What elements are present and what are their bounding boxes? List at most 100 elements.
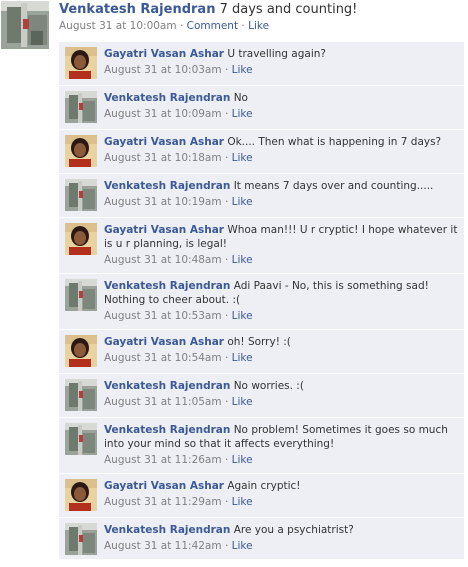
post-header: Venkatesh Rajendran 7 days and counting!… <box>59 1 464 33</box>
commenter-avatar-man[interactable] <box>65 523 97 555</box>
separator: · <box>224 254 229 266</box>
comment-meta: August 31 at 10:03am · Like <box>104 63 460 77</box>
comment-text: Again cryptic! <box>227 480 301 492</box>
like-link[interactable]: Like <box>248 20 269 32</box>
comment-body: Venkatesh Rajendran No August 31 at 10:0… <box>104 91 460 121</box>
comment-timestamp: August 31 at 10:03am <box>104 64 222 76</box>
comment-timestamp: August 31 at 11:05am <box>104 396 222 408</box>
comment-item: Venkatesh Rajendran Are you a psychiatri… <box>59 518 464 560</box>
comment-item: Gayatri Vasan Ashar oh! Sorry! :( August… <box>59 330 464 374</box>
comment-meta: August 31 at 11:05am · Like <box>104 395 460 409</box>
post-text: 7 days and counting! <box>219 2 358 17</box>
comment-meta: August 31 at 10:53am · Like <box>104 309 460 323</box>
comment-text: Are you a psychiatrist? <box>233 524 354 536</box>
separator: · <box>224 64 229 76</box>
comment-item: Venkatesh Rajendran No August 31 at 10:0… <box>59 86 464 130</box>
comment-author-link[interactable]: Venkatesh Rajendran <box>104 380 230 392</box>
post-timestamp: August 31 at 10:00am <box>59 20 177 32</box>
separator: · <box>224 396 229 408</box>
comment-meta: August 31 at 11:42am · Like <box>104 539 460 553</box>
post-author-link[interactable]: Venkatesh Rajendran <box>59 2 215 17</box>
commenter-avatar-man[interactable] <box>65 179 97 211</box>
comment-meta: August 31 at 11:26am · Like <box>104 453 460 467</box>
comment-like-link[interactable]: Like <box>232 496 253 508</box>
comment-text: It means 7 days over and counting..... <box>233 180 434 192</box>
comment-body: Venkatesh Rajendran No problem! Sometime… <box>104 423 460 467</box>
comment-body: Gayatri Vasan Ashar Again cryptic! Augus… <box>104 479 460 509</box>
comment-item: Gayatri Vasan Ashar Again cryptic! Augus… <box>59 474 464 518</box>
comment-author-link[interactable]: Venkatesh Rajendran <box>104 92 230 104</box>
commenter-avatar-woman[interactable] <box>65 335 97 367</box>
comment-like-link[interactable]: Like <box>232 254 253 266</box>
comment-like-link[interactable]: Like <box>232 108 253 120</box>
commenter-avatar-woman[interactable] <box>65 135 97 167</box>
comment-author-link[interactable]: Venkatesh Rajendran <box>104 424 230 436</box>
comment-text: No worries. :( <box>233 380 304 392</box>
comment-meta: August 31 at 10:54am · Like <box>104 351 460 365</box>
comment-meta: August 31 at 10:19am · Like <box>104 195 460 209</box>
comment-list: Gayatri Vasan Ashar U travelling again? … <box>59 42 464 560</box>
comment-item: Gayatri Vasan Ashar Whoa man!!! U r cryp… <box>59 218 464 274</box>
author-avatar[interactable] <box>1 1 49 49</box>
separator: · <box>224 108 229 120</box>
comment-author-link[interactable]: Venkatesh Rajendran <box>104 180 230 192</box>
comment-author-link[interactable]: Gayatri Vasan Ashar <box>104 136 224 148</box>
comment-body: Venkatesh Rajendran No worries. :( Augus… <box>104 379 460 409</box>
comment-text: U travelling again? <box>227 48 326 60</box>
separator: · <box>224 152 229 164</box>
comment-like-link[interactable]: Like <box>232 64 253 76</box>
comment-author-link[interactable]: Gayatri Vasan Ashar <box>104 224 224 236</box>
comment-body: Venkatesh Rajendran It means 7 days over… <box>104 179 460 209</box>
comment-meta: August 31 at 10:09am · Like <box>104 107 460 121</box>
separator: · <box>224 196 229 208</box>
comment-like-link[interactable]: Like <box>232 540 253 552</box>
comment-body: Gayatri Vasan Ashar oh! Sorry! :( August… <box>104 335 460 365</box>
comment-meta: August 31 at 10:48am · Like <box>104 253 460 267</box>
commenter-avatar-woman[interactable] <box>65 223 97 255</box>
comment-like-link[interactable]: Like <box>232 352 253 364</box>
comment-timestamp: August 31 at 10:09am <box>104 108 222 120</box>
comment-timestamp: August 31 at 10:48am <box>104 254 222 266</box>
comment-like-link[interactable]: Like <box>232 310 253 322</box>
comment-timestamp: August 31 at 10:54am <box>104 352 222 364</box>
comment-text: oh! Sorry! :( <box>227 336 291 348</box>
separator: · <box>241 20 245 32</box>
commenter-avatar-woman[interactable] <box>65 47 97 79</box>
commenter-avatar-man[interactable] <box>65 423 97 455</box>
comment-like-link[interactable]: Like <box>232 454 253 466</box>
comment-body: Gayatri Vasan Ashar U travelling again? … <box>104 47 460 77</box>
commenter-avatar-man[interactable] <box>65 379 97 411</box>
comment-meta: August 31 at 10:18am · Like <box>104 151 460 165</box>
comment-body: Venkatesh Rajendran Adi Paavi - No, this… <box>104 279 460 323</box>
post-meta: August 31 at 10:00am · Comment · Like <box>59 19 464 33</box>
comment-body: Gayatri Vasan Ashar Whoa man!!! U r cryp… <box>104 223 460 267</box>
comment-item: Venkatesh Rajendran No problem! Sometime… <box>59 418 464 474</box>
commenter-avatar-man[interactable] <box>65 279 97 311</box>
comment-author-link[interactable]: Venkatesh Rajendran <box>104 280 230 292</box>
comment-like-link[interactable]: Like <box>232 396 253 408</box>
comment-timestamp: August 31 at 10:18am <box>104 152 222 164</box>
comment-item: Gayatri Vasan Ashar U travelling again? … <box>59 42 464 86</box>
comment-text: Ok.... Then what is happening in 7 days? <box>227 136 442 148</box>
comment-author-link[interactable]: Gayatri Vasan Ashar <box>104 48 224 60</box>
comment-like-link[interactable]: Like <box>232 152 253 164</box>
comment-link[interactable]: Comment <box>187 20 238 32</box>
status-post: Venkatesh Rajendran 7 days and counting!… <box>0 0 468 567</box>
comment-author-link[interactable]: Gayatri Vasan Ashar <box>104 480 224 492</box>
comment-timestamp: August 31 at 10:53am <box>104 310 222 322</box>
comment-like-link[interactable]: Like <box>232 196 253 208</box>
separator: · <box>224 352 229 364</box>
separator: · <box>224 540 229 552</box>
comment-timestamp: August 31 at 10:19am <box>104 196 222 208</box>
separator: · <box>224 310 229 322</box>
commenter-avatar-man[interactable] <box>65 91 97 123</box>
comment-item: Venkatesh Rajendran No worries. :( Augus… <box>59 374 464 418</box>
separator: · <box>179 20 184 32</box>
comment-author-link[interactable]: Gayatri Vasan Ashar <box>104 336 224 348</box>
post-line: Venkatesh Rajendran 7 days and counting! <box>59 1 464 18</box>
commenter-avatar-woman[interactable] <box>65 479 97 511</box>
comment-text: No <box>233 92 248 104</box>
separator: · <box>224 454 229 466</box>
comment-timestamp: August 31 at 11:29am <box>104 496 222 508</box>
comment-author-link[interactable]: Venkatesh Rajendran <box>104 524 230 536</box>
